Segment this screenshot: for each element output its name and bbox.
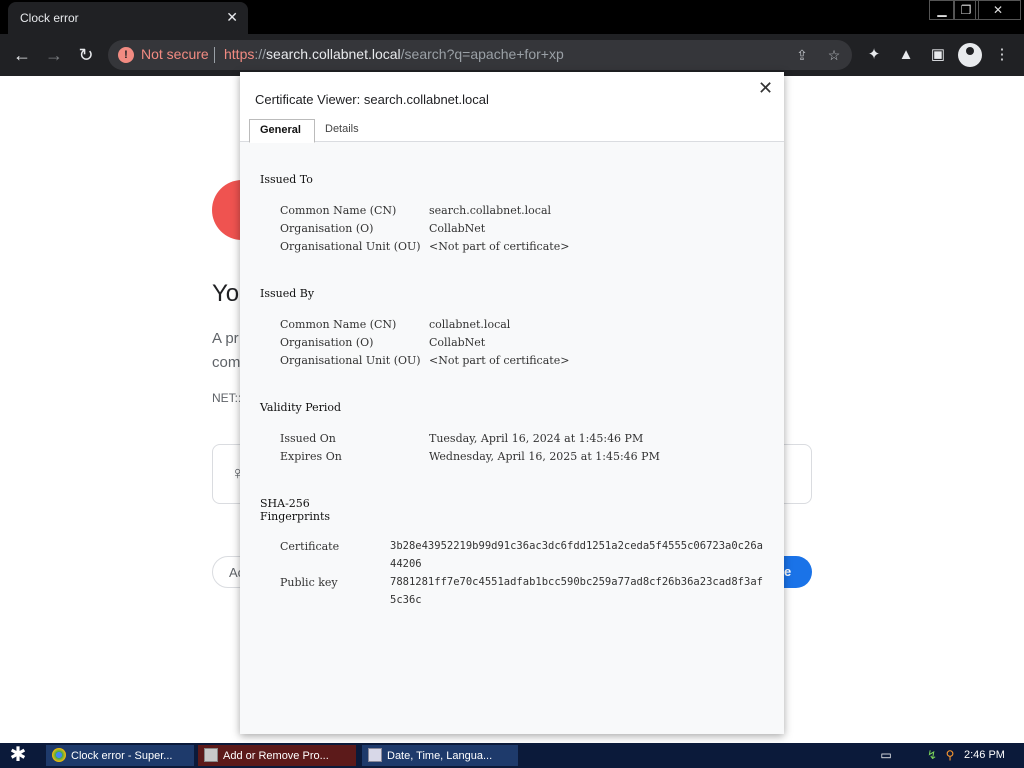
page-text-line: A pr xyxy=(212,330,239,347)
address-bar[interactable]: ! Not secure https://search.collabnet.lo… xyxy=(108,40,852,70)
browser-tab[interactable]: Clock error ✕ xyxy=(8,2,248,34)
field-label: Common Name (CN) xyxy=(280,318,397,331)
tab-close-icon[interactable]: ✕ xyxy=(226,9,238,26)
extensions-icon[interactable]: ✦ xyxy=(863,44,885,66)
public-key-fingerprint: 7881281ff7e70c4551adfab1bcc590bc259a77ad… xyxy=(390,576,763,606)
fingerprints-heading: SHA-256 xyxy=(260,497,310,510)
field-value: Wednesday, April 16, 2025 at 1:45:46 PM xyxy=(429,450,660,463)
chrome-icon xyxy=(52,748,66,762)
share-icon[interactable]: ⇪ xyxy=(792,45,812,65)
profile-avatar-icon[interactable] xyxy=(958,43,982,67)
tab-details[interactable]: Details xyxy=(315,119,369,143)
field-label: Organisational Unit (OU) xyxy=(280,354,421,367)
url-scheme: https xyxy=(224,46,255,62)
taskbar-item[interactable]: Clock error - Super... xyxy=(46,745,194,766)
menu-icon[interactable]: ⋮ xyxy=(991,44,1013,66)
minimize-button[interactable]: ▁ xyxy=(929,0,955,20)
url-host: search.collabnet.local xyxy=(266,46,401,62)
taskbar-item[interactable]: Add or Remove Pro... xyxy=(198,745,356,766)
field-label: Expires On xyxy=(280,450,342,463)
bookmark-star-icon[interactable]: ☆ xyxy=(824,45,844,65)
dialog-title: Certificate Viewer: search.collabnet.loc… xyxy=(255,92,489,107)
validity-heading: Validity Period xyxy=(260,401,342,414)
dialog-close-icon[interactable]: ✕ xyxy=(758,78,773,99)
field-value: search.collabnet.local xyxy=(429,204,552,217)
issued-to-heading: Issued To xyxy=(260,173,313,186)
field-label: Organisation (O) xyxy=(280,336,374,349)
field-value: CollabNet xyxy=(429,336,486,349)
field-value: CollabNet xyxy=(429,222,486,235)
warning-icon[interactable]: ! xyxy=(118,47,134,63)
system-clock[interactable]: 2:46 PM xyxy=(964,749,1005,761)
field-value: <Not part of certificate> xyxy=(429,354,570,367)
url-path: /search?q=apache+for+xp xyxy=(400,46,564,62)
field-label: Issued On xyxy=(280,432,336,445)
certificate-fingerprint: 3b28e43952219b99d91c36ac3dc6fdd1251a2ced… xyxy=(390,540,763,570)
reload-icon[interactable]: ↻ xyxy=(74,43,98,67)
issued-by-heading: Issued By xyxy=(260,287,315,300)
omnibox-divider xyxy=(214,47,215,63)
field-label: Organisational Unit (OU) xyxy=(280,240,421,253)
page-heading: Yo xyxy=(212,280,240,307)
side-panel-icon[interactable]: ▣ xyxy=(927,44,949,66)
certificate-viewer-dialog: Certificate Viewer: search.collabnet.loc… xyxy=(240,72,784,734)
field-value: Tuesday, April 16, 2024 at 1:45:46 PM xyxy=(429,432,644,445)
field-label: Certificate xyxy=(280,540,340,553)
fingerprints-heading: Fingerprints xyxy=(260,510,331,523)
tab-strip: Clock error ✕ ▁ ❐ ✕ xyxy=(0,0,1024,34)
start-button[interactable]: ✱ xyxy=(2,743,34,768)
add-remove-programs-icon xyxy=(204,748,218,762)
url-separator: :// xyxy=(254,46,267,62)
back-icon[interactable]: ← xyxy=(10,43,34,67)
control-panel-icon xyxy=(368,748,382,762)
taskbar-item-label: Date, Time, Langua... xyxy=(387,750,493,762)
taskbar-item-label: Clock error - Super... xyxy=(71,750,173,762)
browser-toolbar: ← → ↻ ! Not secure https://search.collab… xyxy=(0,34,1024,76)
taskbar-item-label: Add or Remove Pro... xyxy=(223,750,329,762)
forward-icon[interactable]: → xyxy=(42,43,66,67)
field-label: Organisation (O) xyxy=(280,222,374,235)
tab-general[interactable]: General xyxy=(249,119,315,143)
field-label: Public key xyxy=(280,576,338,589)
close-window-button[interactable]: ✕ xyxy=(975,0,1021,20)
field-value: collabnet.local xyxy=(429,318,511,331)
net-error-code: NET:: xyxy=(212,391,242,405)
taskbar-item[interactable]: Date, Time, Langua... xyxy=(362,745,518,766)
field-value: <Not part of certificate> xyxy=(429,240,570,253)
search-icon[interactable]: ⚲ xyxy=(942,748,958,762)
url-text[interactable]: https://search.collabnet.local/search?q=… xyxy=(224,46,564,62)
labs-icon[interactable]: ▲ xyxy=(895,44,917,66)
keyboard-icon[interactable]: ▭ xyxy=(878,748,894,762)
security-status[interactable]: Not secure xyxy=(141,46,209,62)
dialog-header: Certificate Viewer: search.collabnet.loc… xyxy=(240,72,784,143)
tab-title: Clock error xyxy=(20,11,79,25)
network-icon[interactable]: ↯ xyxy=(924,748,940,762)
taskbar: ✱ Clock error - Super... Add or Remove P… xyxy=(0,743,1024,768)
page-text-line: com xyxy=(212,354,241,371)
field-label: Common Name (CN) xyxy=(280,204,397,217)
